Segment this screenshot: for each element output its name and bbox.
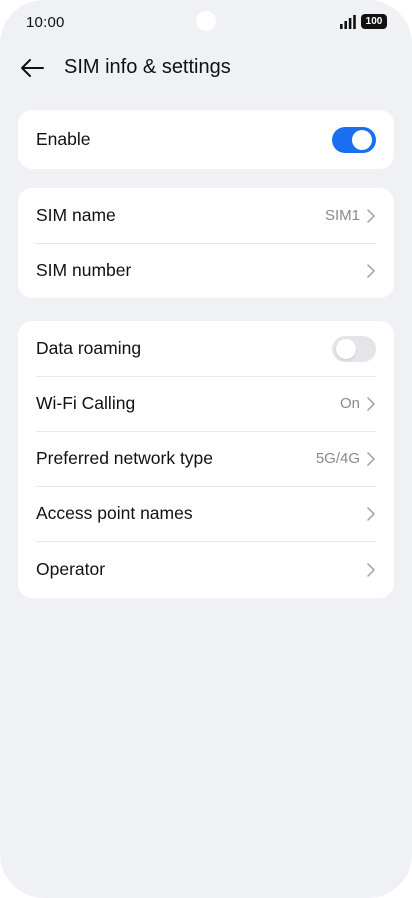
- sim-name-value: SIM1: [324, 207, 360, 224]
- phone-screen: 10:00 100 SIM info & settings Enable SIM…: [0, 0, 412, 898]
- camera-cutout: [196, 11, 216, 31]
- sim-card: SIM name SIM1 SIM number: [18, 188, 394, 298]
- signal-icon: [340, 15, 356, 29]
- status-bar: 10:00 100: [0, 0, 412, 44]
- sim-number-row[interactable]: SIM number: [18, 243, 394, 298]
- toggle-knob: [336, 338, 356, 359]
- data-roaming-toggle[interactable]: [332, 335, 376, 362]
- sim-number-label: SIM number: [36, 260, 132, 280]
- wifi-calling-value: On: [339, 395, 360, 412]
- battery-icon: 100: [361, 14, 387, 29]
- wifi-calling-label: Wi-Fi Calling: [36, 393, 136, 413]
- preferred-network-value: 5G/4G: [315, 450, 360, 467]
- chevron-right-icon: [367, 451, 375, 466]
- access-point-names-label: Access point names: [36, 503, 193, 523]
- chevron-right-icon: [367, 208, 375, 223]
- preferred-network-row[interactable]: Preferred network type 5G/4G: [18, 431, 394, 486]
- chevron-right-icon: [367, 396, 375, 411]
- header: SIM info & settings: [0, 46, 412, 90]
- chevron-right-icon: [367, 263, 375, 278]
- data-roaming-label: Data roaming: [36, 338, 142, 358]
- preferred-network-label: Preferred network type: [36, 448, 214, 468]
- wifi-calling-row[interactable]: Wi-Fi Calling On: [18, 376, 394, 431]
- arrow-left-icon: [21, 59, 44, 77]
- access-point-names-row[interactable]: Access point names: [18, 486, 394, 541]
- back-button[interactable]: [12, 50, 52, 86]
- enable-card: Enable: [18, 110, 394, 169]
- enable-label: Enable: [36, 129, 91, 149]
- operator-label: Operator: [36, 559, 106, 579]
- toggle-knob: [352, 129, 372, 150]
- page-title: SIM info & settings: [64, 56, 231, 78]
- data-roaming-row[interactable]: Data roaming: [18, 321, 394, 376]
- chevron-right-icon: [367, 506, 375, 521]
- enable-toggle[interactable]: [332, 126, 376, 153]
- sim-name-label: SIM name: [36, 205, 116, 225]
- chevron-right-icon: [367, 562, 375, 577]
- operator-row[interactable]: Operator: [18, 541, 394, 598]
- sim-name-row[interactable]: SIM name SIM1: [18, 188, 394, 243]
- enable-row[interactable]: Enable: [18, 110, 394, 169]
- status-time: 10:00: [26, 14, 65, 31]
- network-card: Data roaming Wi-Fi Calling On Preferred …: [18, 321, 394, 598]
